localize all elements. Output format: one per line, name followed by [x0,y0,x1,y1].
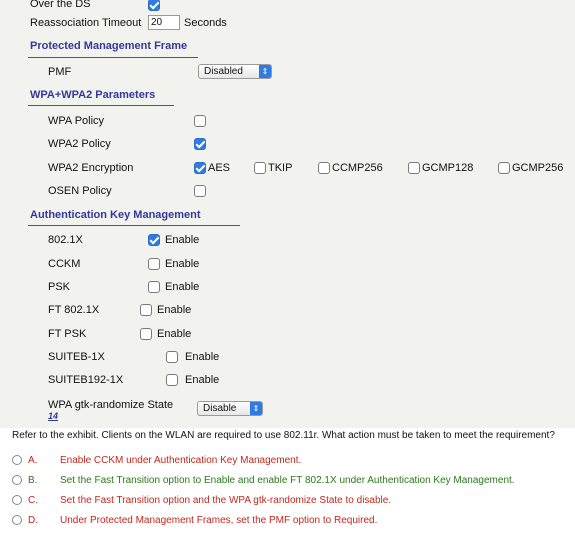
aes-checkbox[interactable] [194,162,206,174]
akm-value-ft8021x: Enable [157,304,192,316]
gtk-randomize-label: WPA gtk-randomize State [48,399,174,411]
wpa-section-title: WPA+WPA2 Parameters [30,89,156,101]
akm-checkbox-ftpsk[interactable] [140,328,152,340]
akm-label-psk: PSK [48,281,71,293]
wpa2-policy-checkbox[interactable] [194,138,206,150]
wpa-policy-label: WPA Policy [48,115,105,127]
reassoc-timeout-label: Reassociation Timeout [30,17,142,29]
question-text: Refer to the exhibit. Clients on the WLA… [12,430,555,441]
radio-icon [12,515,22,526]
pmf-select-value: Disabled [204,66,243,77]
over-the-ds-label: Over the DS [30,0,91,10]
pmf-label: PMF [48,66,72,78]
wpa2-policy-label: WPA2 Policy [48,138,111,150]
reassoc-timeout-input[interactable]: 20 [148,15,180,30]
akm-checkbox-psk[interactable] [148,281,160,293]
radio-icon [12,475,22,486]
option-text: Enable CCKM under Authentication Key Man… [60,455,302,466]
answer-option-b[interactable]: B. Set the Fast Transition option to Enab… [12,475,515,486]
akm-section-title: Authentication Key Management [30,209,201,221]
akm-value-psk: Enable [165,281,200,293]
ccmp256-checkbox[interactable] [318,162,330,174]
osen-policy-label: OSEN Policy [48,185,112,197]
tkip-checkbox[interactable] [254,162,266,174]
akm-value-8021x: Enable [165,234,200,246]
gtk-select-value: Disable [203,403,237,414]
wpa-section-divider [28,105,174,106]
akm-label-ftpsk: FT PSK [48,328,87,340]
radio-icon [12,455,22,466]
gtk-footnote-link[interactable]: 14 [48,411,58,421]
akm-value-cckm: Enable [165,258,200,270]
akm-label-cckm: CCKM [48,258,81,270]
answer-option-a[interactable]: A. Enable CCKM under Authentication Key M… [12,455,301,466]
option-letter: A. [28,455,38,466]
osen-policy-checkbox[interactable] [194,185,206,197]
option-letter: B. [28,475,38,486]
akm-label-suiteb1x: SUITEB-1X [48,351,105,363]
gcmp256-label: GCMP256 [512,162,564,174]
akm-checkbox-suiteb1x[interactable] [166,351,178,363]
gcmp128-label: GCMP128 [422,162,474,174]
option-text: Set the Fast Transition option and the W… [60,495,392,506]
ccmp256-label: CCMP256 [332,162,383,174]
akm-checkbox-ft8021x[interactable] [140,304,152,316]
akm-value-suiteb192: Enable [185,374,220,386]
option-text: Set the Fast Transition option to Enable… [60,475,515,486]
tkip-label: TKIP [268,162,293,174]
reassoc-timeout-unit: Seconds [184,17,227,29]
wpa-policy-checkbox[interactable] [194,115,206,127]
akm-label-8021x: 802.1X [48,234,83,246]
gtk-randomize-select[interactable]: Disable ⇕ [197,401,263,416]
wlan-security-panel: Over the DS Reassociation Timeout 20 Sec… [0,0,575,428]
answer-option-d[interactable]: D. Under Protected Management Frames, set… [12,515,377,526]
akm-checkbox-8021x[interactable] [148,234,160,246]
akm-label-ft8021x: FT 802.1X [48,304,100,316]
select-arrows-icon: ⇕ [250,402,262,415]
akm-checkbox-suiteb192[interactable] [166,374,178,386]
gcmp256-checkbox[interactable] [498,162,510,174]
akm-checkbox-cckm[interactable] [148,258,160,270]
akm-section-divider [28,225,240,226]
pmf-section-divider [28,57,198,58]
option-letter: C. [28,495,38,506]
akm-label-suiteb192: SUITEB192-1X [48,374,124,386]
answer-option-c[interactable]: C. Set the Fast Transition option and the… [12,495,391,506]
radio-icon [12,495,22,506]
wpa2-encryption-label: WPA2 Encryption [48,162,134,174]
pmf-section-title: Protected Management Frame [30,40,188,52]
option-text: Under Protected Management Frames, set t… [60,515,378,526]
akm-value-ftpsk: Enable [157,328,192,340]
akm-value-suiteb1x: Enable [185,351,220,363]
over-the-ds-checkbox[interactable] [148,0,160,11]
gcmp128-checkbox[interactable] [408,162,420,174]
aes-label: AES [208,162,231,174]
pmf-select[interactable]: Disabled ⇕ [198,64,272,79]
select-arrows-icon: ⇕ [259,65,271,78]
option-letter: D. [28,515,38,526]
